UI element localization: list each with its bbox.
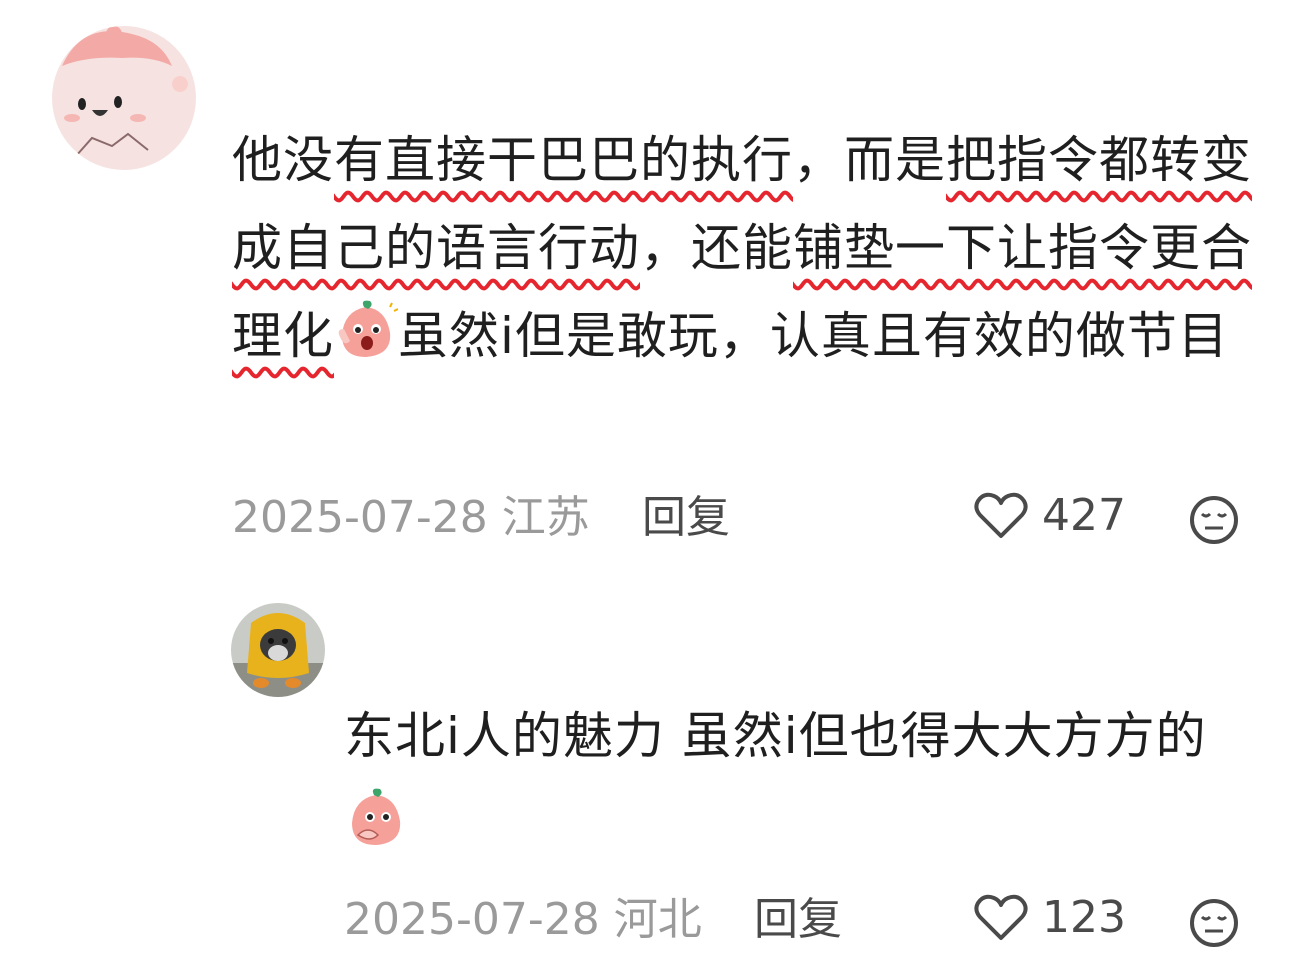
like-button[interactable]: 123 <box>974 892 1126 943</box>
shy-peach-emoji <box>352 788 401 845</box>
heart-icon <box>974 492 1028 538</box>
reply-button[interactable]: 回复 <box>642 490 730 546</box>
heart-icon <box>974 894 1028 940</box>
avatar[interactable] <box>52 26 196 170</box>
comment-meta: 2025-07-28 河北 <box>344 892 702 948</box>
like-count: 123 <box>1042 892 1126 943</box>
comment-location: 河北 <box>613 894 702 945</box>
reply-button[interactable]: 回复 <box>754 892 842 948</box>
comment-location: 江苏 <box>501 492 590 543</box>
avatar[interactable] <box>231 603 325 697</box>
dislike-face-icon[interactable] <box>1188 494 1240 546</box>
comment-date: 2025-07-28 <box>232 492 488 543</box>
comment-meta: 2025-07-28 江苏 <box>232 490 590 546</box>
comment-date: 2025-07-28 <box>344 894 600 945</box>
like-count: 427 <box>1042 490 1126 541</box>
comment-text: 他没有直接干巴巴的执行，而是把指令都转变成自己的语言行动，还能铺垫一下让指令更合… <box>232 131 1252 365</box>
dislike-face-icon[interactable] <box>1188 897 1240 949</box>
highlighted-phrase: 有直接干巴巴的执行 <box>334 131 793 189</box>
shocked-peach-emoji <box>338 300 398 357</box>
comment-text: 东北i人的魅力 虽然i但也得大大方方的 <box>344 692 1244 868</box>
like-button[interactable]: 427 <box>974 490 1126 541</box>
